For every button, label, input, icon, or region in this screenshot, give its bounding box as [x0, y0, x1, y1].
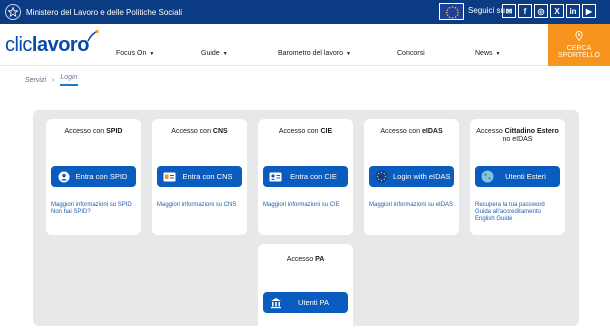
recupera-password-link[interactable]: Recupera la tua password [475, 202, 545, 209]
cie-card-icon [269, 170, 282, 183]
chevron-right-icon: › [52, 76, 55, 84]
login-eidas-button[interactable]: Login with eIDAS [369, 166, 454, 187]
chevron-down-icon: ▼ [149, 51, 155, 57]
eu-flag-icon [439, 3, 464, 20]
social-links: ✉ f ◎ X in ▶ [502, 4, 596, 18]
card-title: Accesso con CNS [152, 128, 247, 136]
follow-label: Seguici su [468, 6, 505, 15]
card-title-bold: SPID [106, 128, 123, 135]
entra-cie-button[interactable]: Entra con CIE [263, 166, 348, 187]
entra-cns-label: Entra con CNS [182, 172, 233, 181]
card-title-prefix: Accesso con [380, 128, 422, 135]
card-title-bold: CIE [320, 128, 333, 135]
chevron-down-icon: ▼ [222, 51, 228, 57]
globe-icon [481, 170, 494, 183]
logo-text-clic: clic [5, 34, 32, 56]
nav-news[interactable]: News ▼ [475, 50, 500, 57]
chevron-down-icon: ▼ [345, 51, 351, 57]
nav-guide-label: Guide [201, 50, 220, 57]
cns-info-link[interactable]: Maggiori informazioni su CNS [157, 202, 236, 209]
nav-focus-on-label: Focus On [116, 50, 147, 57]
cerca-sportello-button[interactable]: CERCA SPORTELLO [548, 24, 610, 66]
utenti-esteri-button[interactable]: Utenti Esteri [475, 166, 560, 187]
eidas-stars-icon [375, 170, 388, 183]
card-title-bold: PA [315, 256, 325, 263]
linkedin-icon[interactable]: in [566, 4, 580, 18]
youtube-icon[interactable]: ▶ [582, 4, 596, 18]
nav-barometro[interactable]: Barometro del lavoro ▼ [278, 50, 351, 57]
card-pa: Accesso PA Utenti PA [258, 244, 353, 334]
card-title-prefix: Accesso con [278, 128, 321, 135]
card-title: Accesso PA [258, 256, 353, 264]
nav-concorsi[interactable]: Concorsi [397, 50, 425, 57]
no-spid-link[interactable]: Non hai SPID? [51, 209, 91, 216]
cie-info-link[interactable]: Maggiori informazioni su CIE [263, 202, 340, 209]
breadcrumb-servizi[interactable]: Servizi [25, 77, 46, 84]
instagram-icon[interactable]: ◎ [534, 4, 548, 18]
utenti-pa-label: Utenti PA [297, 298, 330, 307]
nav-barometro-label: Barometro del lavoro [278, 50, 343, 57]
utenti-pa-button[interactable]: Utenti PA [263, 292, 348, 313]
card-title-bold: eIDAS [422, 128, 443, 135]
card-title: Accesso con CIE [258, 128, 353, 136]
mail-icon[interactable]: ✉ [502, 4, 516, 18]
card-title-prefix: Accesso [476, 128, 505, 135]
spid-user-icon [57, 170, 70, 183]
card-cie: Accesso con CIE Entra con CIE Maggiori i… [258, 119, 353, 235]
login-panel: Accesso con SPID Entra con SPID Maggiori… [33, 110, 579, 334]
guida-accreditamento-link[interactable]: Guida all'accreditamento [475, 209, 541, 216]
card-title-bold: CNS [212, 128, 228, 135]
breadcrumb-login: Login [60, 74, 78, 86]
spid-info-link[interactable]: Maggiori informazioni su SPID [51, 202, 132, 209]
breadcrumb: Servizi › Login [25, 74, 78, 86]
nav-concorsi-label: Concorsi [397, 50, 425, 57]
entra-cns-button[interactable]: Entra con CNS [157, 166, 242, 187]
card-title-suffix: no eIDAS [502, 136, 533, 143]
ministry-name[interactable]: Ministero del Lavoro e delle Politiche S… [26, 8, 182, 17]
entra-cie-label: Entra con CIE [290, 172, 337, 181]
nav-guide[interactable]: Guide ▼ [201, 50, 228, 57]
card-title-prefix: Accesso con [64, 128, 107, 135]
cliclavoro-logo[interactable]: cliclavoro [5, 34, 89, 57]
facebook-icon[interactable]: f [518, 4, 532, 18]
eidas-info-link[interactable]: Maggiori informazioni su eIDAS [369, 202, 453, 209]
map-pin-icon [548, 31, 610, 43]
card-eidas: Accesso con eIDAS Login with eIDAS Maggi… [364, 119, 459, 235]
cerca-sportello-label: CERCA SPORTELLO [558, 45, 600, 59]
x-icon[interactable]: X [550, 4, 564, 18]
card-title-bold: Cittadino Estero [504, 128, 559, 135]
id-card-icon [163, 170, 176, 183]
card-title: Accesso con eIDAS [364, 128, 459, 136]
nav-news-label: News [475, 50, 493, 57]
logo-text-lavoro: lavoro [31, 34, 90, 56]
main-nav: cliclavoro Focus On ▼ Guide ▼ Barometro de… [0, 24, 610, 66]
logo-mark-icon [86, 29, 100, 48]
card-cittadino-estero: Accesso Cittadino Estero no eIDAS Utenti … [470, 119, 565, 235]
card-spid: Accesso con SPID Entra con SPID Maggiori… [46, 119, 141, 235]
card-title: Accesso con SPID [46, 128, 141, 136]
card-title: Accesso Cittadino Estero no eIDAS [470, 128, 565, 144]
entra-spid-button[interactable]: Entra con SPID [51, 166, 136, 187]
chevron-down-icon: ▼ [495, 51, 501, 57]
utenti-esteri-label: Utenti Esteri [505, 172, 546, 181]
login-eidas-label: Login with eIDAS [393, 172, 451, 181]
building-icon [269, 296, 282, 309]
card-title-prefix: Accesso [286, 256, 316, 263]
english-guide-link[interactable]: English Guide [475, 216, 512, 223]
entra-spid-label: Entra con SPID [75, 172, 128, 181]
republic-emblem-icon [5, 4, 21, 20]
card-cns: Accesso con CNS Entra con CNS Maggiori i… [152, 119, 247, 235]
nav-focus-on[interactable]: Focus On ▼ [116, 50, 154, 57]
card-title-prefix: Accesso con [171, 128, 213, 135]
